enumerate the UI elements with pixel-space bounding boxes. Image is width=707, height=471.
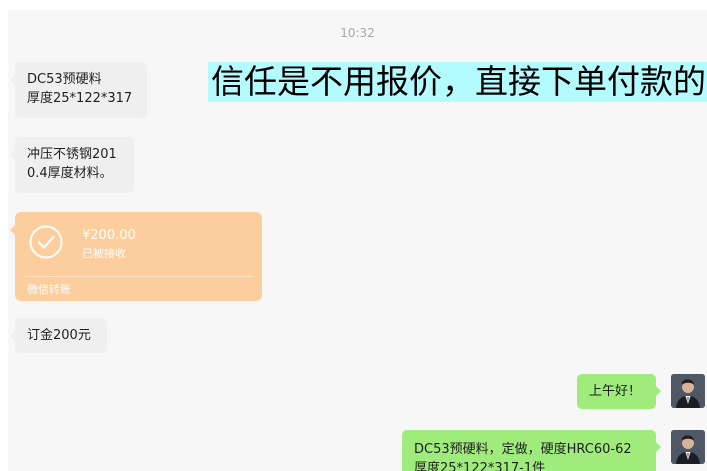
avatar-image: [671, 374, 705, 408]
message-timestamp: 10:32: [340, 26, 375, 40]
user-avatar-icon[interactable]: [671, 430, 705, 464]
transfer-label: 微信转账: [27, 283, 71, 296]
message-text: 上午好！: [589, 384, 642, 399]
outgoing-message[interactable]: DC53预硬料，定做，硬度HRC60-62 厚度25*122*317-1件: [402, 430, 661, 471]
incoming-message[interactable]: 订金200元: [10, 318, 107, 353]
chat-window: 10:32 信任是不用报价，直接下单付款的 DC53预硬料 厚度25*122*3…: [8, 10, 707, 471]
message-text: 冲压不锈钢201 0.4厚度材料。: [27, 147, 117, 181]
incoming-message[interactable]: 冲压不锈钢201 0.4厚度材料。: [10, 137, 134, 193]
transfer-status: 已被接收: [82, 247, 126, 260]
outgoing-message[interactable]: 上午好！: [577, 374, 661, 409]
avatar-image: [671, 430, 705, 464]
transfer-card[interactable]: ¥200.00 已被接收 微信转账: [10, 212, 262, 301]
incoming-message[interactable]: DC53预硬料 厚度25*122*317: [10, 62, 147, 118]
message-text: DC53预硬料，定做，硬度HRC60-62 厚度25*122*317-1件: [414, 442, 632, 471]
message-text: 订金200元: [27, 328, 91, 343]
transfer-divider: [25, 276, 252, 277]
transfer-amount: ¥200.00: [82, 228, 136, 243]
user-avatar-icon[interactable]: [671, 374, 705, 408]
caption-overlay: 信任是不用报价，直接下单付款的: [208, 62, 707, 102]
check-circle-icon: [29, 225, 63, 259]
message-text: DC53预硬料 厚度25*122*317: [27, 72, 133, 106]
